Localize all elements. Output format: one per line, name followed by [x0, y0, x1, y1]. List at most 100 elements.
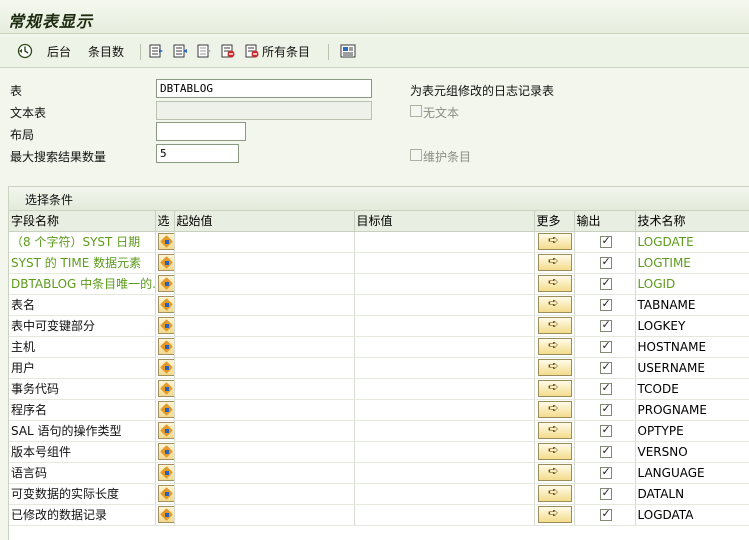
selection-option-icon[interactable] [157, 485, 173, 502]
from-value-input[interactable] [174, 483, 355, 505]
selection-option-cell [155, 252, 175, 274]
selection-option-icon[interactable] [157, 464, 173, 481]
max-hits-field[interactable]: 5 [156, 144, 239, 163]
selection-option-icon[interactable] [157, 275, 173, 292]
entry-count-button[interactable]: 条目数 [88, 42, 124, 62]
from-value-input[interactable] [174, 273, 355, 295]
multiple-selection-button[interactable] [538, 485, 572, 502]
from-value-input[interactable] [174, 315, 355, 337]
output-cell [574, 273, 636, 295]
output-checkbox[interactable] [599, 402, 612, 416]
more-cell [534, 315, 575, 337]
selection-option-icon[interactable] [157, 443, 173, 460]
selection-option-icon[interactable] [157, 506, 173, 523]
more-cell [534, 336, 575, 358]
multiple-selection-button[interactable] [538, 422, 572, 439]
output-checkbox[interactable] [599, 360, 612, 374]
output-checkbox[interactable] [599, 465, 612, 479]
multiple-selection-button[interactable] [538, 359, 572, 376]
toolbar-separator [140, 44, 141, 60]
from-value-input[interactable] [174, 231, 355, 253]
to-value-input[interactable] [354, 231, 535, 253]
multiple-selection-button[interactable] [538, 506, 572, 523]
all-entries-icon[interactable] [244, 43, 260, 59]
from-value-input[interactable] [174, 462, 355, 484]
background-button[interactable]: 后台 [47, 42, 71, 62]
from-value-input[interactable] [174, 441, 355, 463]
to-value-input[interactable] [354, 378, 535, 400]
selection-option-icon[interactable] [157, 233, 173, 250]
selection-option-icon[interactable] [157, 380, 173, 397]
multiple-selection-button[interactable] [538, 233, 572, 250]
layout-field[interactable] [156, 122, 246, 141]
all-entries-button[interactable]: 所有条目 [262, 42, 310, 62]
output-checkbox[interactable] [599, 486, 612, 500]
field-name-cell: 版本号组件 [9, 441, 156, 463]
selection-option-cell [155, 231, 175, 253]
selection-option-icon[interactable] [157, 338, 173, 355]
from-value-input[interactable] [174, 399, 355, 421]
from-value-input[interactable] [174, 294, 355, 316]
field-name-cell: SAL 语句的操作类型 [9, 420, 156, 442]
output-checkbox[interactable] [599, 444, 612, 458]
from-value-input[interactable] [174, 357, 355, 379]
from-value-input[interactable] [174, 420, 355, 442]
selection-option-icon[interactable] [157, 422, 173, 439]
multiple-selection-button[interactable] [538, 380, 572, 397]
table-name-field[interactable]: DBTABLOG [156, 79, 372, 98]
table-row: 用户 USERNAME [9, 357, 749, 379]
field-name-cell: DBTABLOG 中条目唯一的... [9, 273, 156, 295]
to-value-input[interactable] [354, 336, 535, 358]
selection-option-icon[interactable] [157, 401, 173, 418]
to-value-input[interactable] [354, 399, 535, 421]
output-checkbox[interactable] [599, 381, 612, 395]
selection-options-icon[interactable] [340, 43, 356, 59]
selection-option-icon[interactable] [157, 296, 173, 313]
more-cell [534, 399, 575, 421]
to-value-input[interactable] [354, 483, 535, 505]
execute-clock-icon[interactable] [17, 43, 33, 59]
to-value-input[interactable] [354, 462, 535, 484]
output-checkbox[interactable] [599, 423, 612, 437]
to-value-input[interactable] [354, 420, 535, 442]
output-checkbox[interactable] [599, 339, 612, 353]
output-checkbox[interactable] [599, 318, 612, 332]
selection-table: 字段名称 选 起始值 目标值 更多 输出 技术名称 （8 个字符）SYST 日期… [9, 211, 749, 526]
multiple-selection-button[interactable] [538, 296, 572, 313]
to-value-input[interactable] [354, 315, 535, 337]
multiple-selection-button[interactable] [538, 401, 572, 418]
selection-option-icon[interactable] [157, 254, 173, 271]
delete-row-icon[interactable] [220, 43, 236, 59]
from-value-input[interactable] [174, 336, 355, 358]
to-value-input[interactable] [354, 252, 535, 274]
selection-option-cell [155, 336, 175, 358]
multiple-selection-button[interactable] [538, 338, 572, 355]
from-value-input[interactable] [174, 252, 355, 274]
more-cell [534, 294, 575, 316]
select-all-icon[interactable] [148, 43, 164, 59]
output-checkbox[interactable] [599, 276, 612, 290]
to-value-input[interactable] [354, 273, 535, 295]
select-block-icon[interactable] [172, 43, 188, 59]
tech-name-cell: TCODE [635, 378, 749, 400]
to-value-input[interactable] [354, 294, 535, 316]
to-value-input[interactable] [354, 357, 535, 379]
multiple-selection-button[interactable] [538, 464, 572, 481]
selection-criteria-panel: 选择条件 字段名称 选 起始值 目标值 更多 输出 技术名称 （8 个字符）SY… [8, 186, 749, 540]
multiple-selection-button[interactable] [538, 443, 572, 460]
output-checkbox[interactable] [599, 234, 612, 248]
to-value-input[interactable] [354, 441, 535, 463]
output-checkbox[interactable] [599, 255, 612, 269]
multiple-selection-button[interactable] [538, 254, 572, 271]
table-row: 表中可变键部分 LOGKEY [9, 315, 749, 337]
selection-option-icon[interactable] [157, 359, 173, 376]
from-value-input[interactable] [174, 378, 355, 400]
multiple-selection-button[interactable] [538, 275, 572, 292]
selection-option-icon[interactable] [157, 317, 173, 334]
output-checkbox[interactable] [599, 507, 612, 521]
output-checkbox[interactable] [599, 297, 612, 311]
from-value-input[interactable] [174, 504, 355, 526]
deselect-all-icon[interactable] [196, 43, 212, 59]
multiple-selection-button[interactable] [538, 317, 572, 334]
to-value-input[interactable] [354, 504, 535, 526]
